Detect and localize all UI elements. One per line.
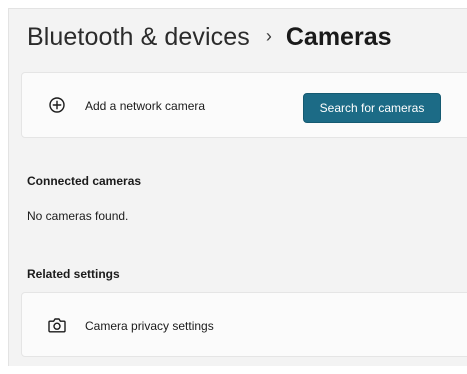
search-for-cameras-button[interactable]: Search for cameras bbox=[303, 93, 441, 123]
add-network-camera-label: Add a network camera bbox=[85, 99, 206, 113]
page-title: Cameras bbox=[285, 23, 392, 51]
plus-circle-icon bbox=[45, 93, 69, 117]
no-cameras-message: No cameras found. bbox=[27, 209, 129, 223]
settings-window: Bluetooth & devices › Cameras Add a netw… bbox=[8, 8, 467, 366]
camera-privacy-settings-label: Camera privacy settings bbox=[85, 319, 214, 333]
add-network-camera-card: Add a network camera Search for cameras bbox=[21, 72, 467, 138]
camera-icon bbox=[45, 313, 69, 337]
related-settings-heading: Related settings bbox=[27, 267, 120, 281]
breadcrumb-separator-icon: › bbox=[265, 26, 272, 46]
breadcrumb: Bluetooth & devices › Cameras bbox=[27, 23, 392, 52]
connected-cameras-heading: Connected cameras bbox=[27, 174, 142, 188]
breadcrumb-parent-link[interactable]: Bluetooth & devices bbox=[27, 23, 250, 52]
camera-privacy-settings-item[interactable]: Camera privacy settings bbox=[21, 292, 467, 357]
